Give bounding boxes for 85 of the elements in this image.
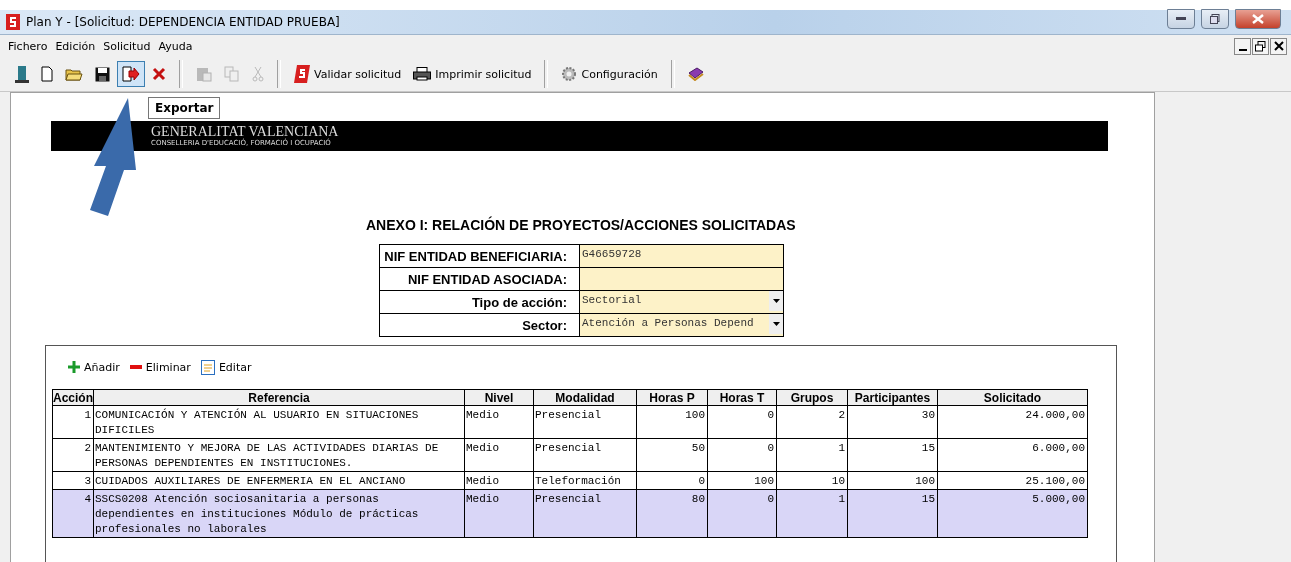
table-cell: Medio — [464, 438, 534, 472]
export-icon — [122, 66, 140, 82]
table-cell: 1 — [52, 405, 94, 439]
toolbar-button[interactable] — [117, 61, 145, 87]
table-cell: 0 — [707, 405, 777, 439]
table-cell: 2 — [776, 405, 848, 439]
table-cell: 15 — [847, 489, 938, 538]
table-cell: SSCS0208 Atención sociosanitaria a personas dependientes en instituciones Módulo de prácticas profesionales no laborales — [93, 489, 465, 538]
table-cell: 80 — [636, 489, 708, 538]
folder-icon — [65, 67, 83, 81]
table-cell: 100 — [636, 405, 708, 439]
restore-button[interactable] — [1252, 37, 1269, 55]
table-cell: 50 — [636, 438, 708, 472]
input-field[interactable] — [580, 268, 783, 290]
table-cell: MANTENIMIENTO Y MEJORA DE LAS ACTIVIDADES DIARIAS DE PERSONAS DEPENDIENTES EN INSTITUCIONES. — [93, 438, 465, 472]
gear-icon — [561, 66, 578, 82]
dropdown-caret-icon — [772, 322, 780, 326]
table-cell: 4 — [52, 489, 94, 538]
menu-item[interactable]: Edición — [51, 39, 100, 53]
minimize-icon — [1176, 17, 1186, 21]
column-header[interactable]: Horas T — [707, 389, 777, 406]
copy-icon — [224, 66, 240, 82]
table-cell: Presencial — [533, 405, 637, 439]
toolbar-button[interactable]: Imprimir solicitud — [408, 61, 537, 87]
table-cell: 2 — [52, 438, 94, 472]
minus-icon — [129, 365, 142, 369]
toolbar-button[interactable]: Validar solicitud — [289, 61, 407, 87]
minimize-button[interactable] — [1234, 37, 1251, 55]
minimize-icon — [1238, 49, 1247, 51]
table-cell: 0 — [707, 489, 777, 538]
close-button[interactable] — [1270, 37, 1287, 55]
table-cell: 6.000,00 — [937, 438, 1088, 472]
close-icon — [1252, 14, 1264, 24]
table-cell: Presencial — [533, 438, 637, 472]
input-field[interactable]: G46659728 — [580, 245, 783, 267]
column-header[interactable]: Horas P — [636, 389, 708, 406]
clipboard-icon — [196, 66, 212, 82]
restore-icon — [1255, 40, 1266, 52]
restore-icon — [1210, 14, 1220, 24]
door-icon — [15, 65, 29, 83]
form-icon — [200, 359, 215, 375]
table-cell: Presencial — [533, 489, 637, 538]
table-cell: 1 — [776, 489, 848, 538]
column-header[interactable]: Referencia — [93, 389, 465, 406]
table-cell: 24.000,00 — [937, 405, 1088, 439]
printer-icon — [413, 67, 432, 81]
banner-title: GENERALITAT VALENCIANA — [151, 124, 339, 139]
grid-tool-button[interactable]: Editar — [200, 359, 252, 375]
menu-item[interactable]: Solicitud — [99, 39, 155, 53]
app-logo-icon — [6, 14, 20, 30]
page-icon — [41, 66, 53, 82]
restore-button[interactable] — [1201, 9, 1229, 29]
book-icon — [687, 67, 704, 81]
table-cell: Medio — [464, 489, 534, 538]
table-cell: COMUNICACIÓN Y ATENCIÓN AL USUARIO EN SITUACIONES DIFICILES — [93, 405, 465, 439]
logo-icon — [294, 65, 310, 83]
dropdown-field[interactable]: Atención a Personas Depend — [580, 314, 783, 336]
plus-icon — [68, 361, 80, 373]
menu-item[interactable]: Ayuda — [154, 39, 197, 53]
column-header[interactable]: Solicitado — [937, 389, 1088, 406]
table-cell: Medio — [464, 405, 534, 439]
column-header[interactable]: Nivel — [464, 389, 534, 406]
delete-icon — [152, 67, 166, 81]
table-cell: 5.000,00 — [937, 489, 1088, 538]
dropdown-caret-icon — [772, 299, 780, 303]
dropdown-field[interactable]: Sectorial — [580, 291, 783, 313]
table-cell: 15 — [847, 438, 938, 472]
minimize-button[interactable] — [1167, 9, 1195, 29]
column-header[interactable]: Grupos — [776, 389, 848, 406]
close-icon — [1273, 41, 1284, 51]
table-cell: 1 — [776, 438, 848, 472]
table-cell: 30 — [847, 405, 938, 439]
toolbar-button[interactable]: Configuración — [556, 61, 663, 87]
column-header[interactable]: Participantes — [847, 389, 938, 406]
column-header[interactable]: Modalidad — [533, 389, 637, 406]
scissors-icon — [252, 66, 264, 82]
floppy-icon — [95, 66, 110, 82]
grid-tool-button[interactable]: Eliminar — [129, 360, 191, 374]
tooltip: Exportar — [148, 97, 221, 119]
window-title: Plan Y - [Solicitud: DEPENDENCIA ENTIDAD PRUEBA] — [26, 15, 340, 29]
table-cell: 0 — [707, 438, 777, 472]
grid-tool-button[interactable]: Añadir — [68, 360, 120, 374]
menu-item[interactable]: Fichero — [4, 39, 52, 53]
form-heading: ANEXO I: RELACIÓN DE PROYECTOS/ACCIONES SOLICITADAS — [366, 217, 796, 233]
column-header[interactable]: Acción — [52, 389, 94, 406]
